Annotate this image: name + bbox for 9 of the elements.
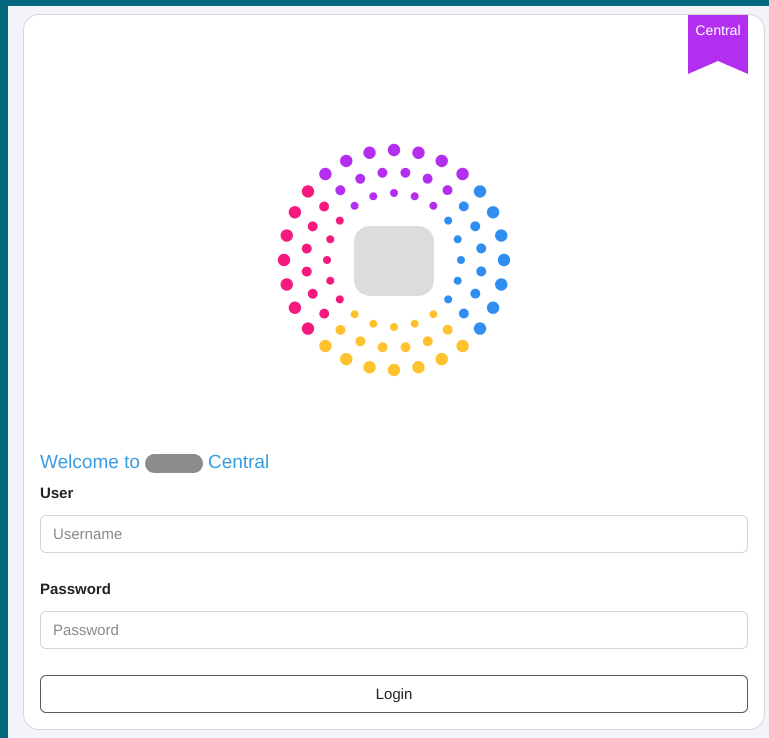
welcome-text: Central (208, 452, 270, 474)
input-field[interactable]: Password (40, 611, 748, 649)
field-label: User (40, 485, 74, 503)
login-button[interactable]: Login (40, 675, 748, 713)
input-field[interactable]: Username (40, 515, 748, 553)
welcome-text: Welcome to (40, 452, 140, 474)
ribbon-badge: Central (688, 15, 748, 74)
redacted-mark (144, 454, 203, 472)
field-label: Password (40, 581, 112, 599)
